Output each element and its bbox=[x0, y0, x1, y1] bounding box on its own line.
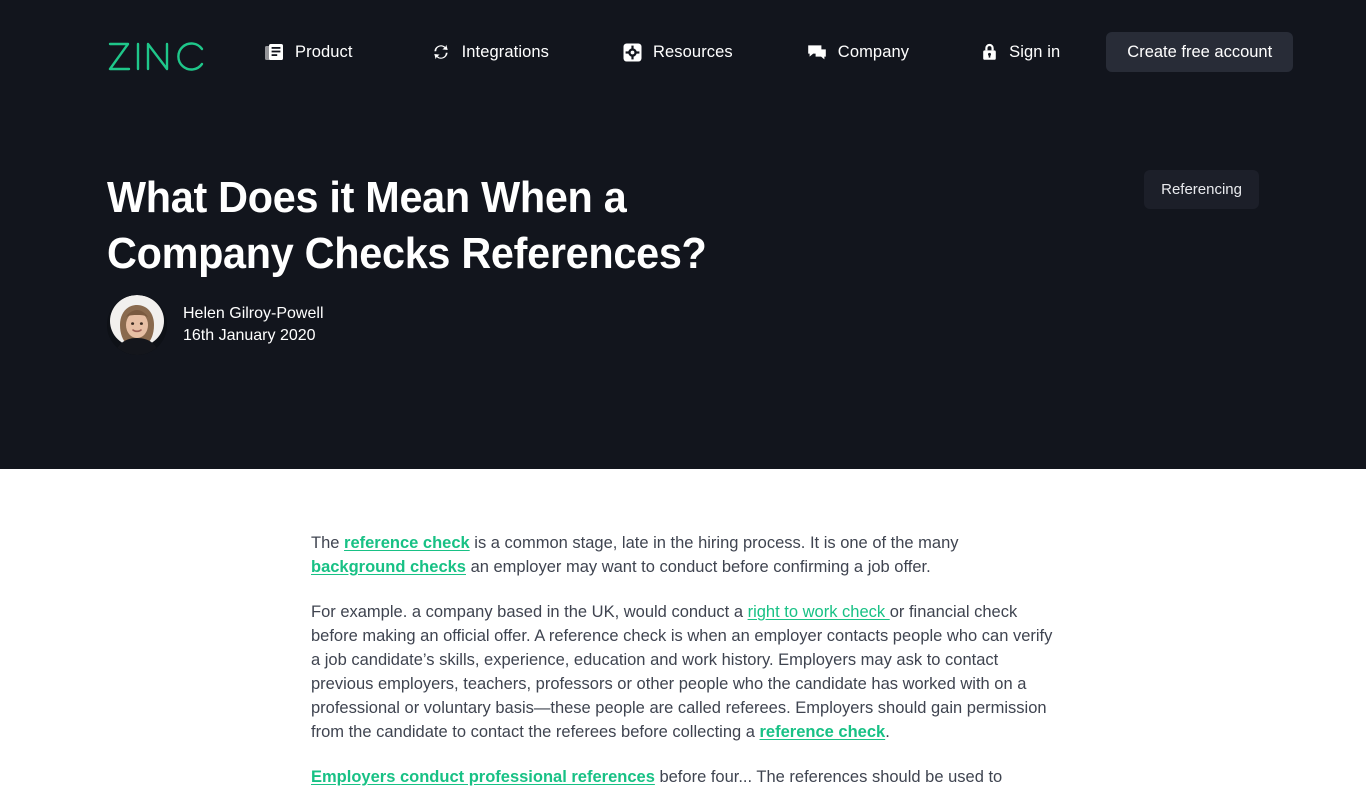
author-meta: Helen Gilroy-Powell 16th January 2020 bbox=[183, 303, 324, 347]
nav-item-label: Integrations bbox=[461, 42, 550, 61]
author-block: Helen Gilroy-Powell 16th January 2020 bbox=[107, 295, 324, 355]
lock-icon bbox=[981, 42, 998, 62]
gear-square-icon bbox=[623, 43, 642, 62]
author-name: Helen Gilroy-Powell bbox=[183, 305, 324, 322]
nav-item-product[interactable]: Product bbox=[265, 32, 353, 72]
inline-link[interactable]: reference check bbox=[344, 534, 470, 552]
nav-item-integrations[interactable]: Integrations bbox=[431, 32, 549, 72]
nav-item-company[interactable]: Company bbox=[807, 32, 909, 72]
article-body: The reference check is a common stage, l… bbox=[0, 469, 1366, 789]
inline-link[interactable]: background checks bbox=[311, 558, 466, 576]
inline-link[interactable]: reference check bbox=[760, 723, 886, 741]
zinc-logo[interactable] bbox=[107, 41, 207, 75]
avatar bbox=[107, 295, 167, 355]
nav-item-label: Resources bbox=[653, 42, 733, 61]
nav-item-sign-in[interactable]: Sign in bbox=[981, 32, 1060, 72]
page-title: What Does it Mean When a Company Checks … bbox=[107, 173, 707, 278]
category-badge[interactable]: Referencing bbox=[1144, 170, 1259, 209]
published-date: 16th January 2020 bbox=[183, 327, 316, 344]
hero-section: Product Integrations Resources Company S… bbox=[0, 0, 1366, 469]
paragraph: Employers conduct professional reference… bbox=[311, 768, 1003, 786]
inline-link[interactable]: right to work check bbox=[748, 603, 890, 621]
create-free-account-button[interactable]: Create free account bbox=[1106, 32, 1294, 72]
article-content: The reference check is a common stage, l… bbox=[309, 531, 1057, 789]
nav-items: Product Integrations Resources Company S… bbox=[265, 32, 1294, 72]
article-icon bbox=[265, 43, 284, 62]
paragraph: The reference check is a common stage, l… bbox=[311, 534, 959, 576]
inline-link[interactable]: Employers conduct professional reference… bbox=[311, 768, 655, 786]
nav-item-label: Company bbox=[837, 42, 910, 61]
chat-icon bbox=[807, 43, 827, 62]
main-navigation: Product Integrations Resources Company S… bbox=[0, 0, 1366, 120]
paragraph: For example. a company based in the UK, … bbox=[311, 603, 1053, 741]
sync-icon bbox=[431, 42, 451, 62]
nav-item-resources[interactable]: Resources bbox=[623, 32, 733, 72]
nav-item-label: Sign in bbox=[1009, 42, 1061, 61]
nav-item-label: Product bbox=[295, 42, 353, 61]
